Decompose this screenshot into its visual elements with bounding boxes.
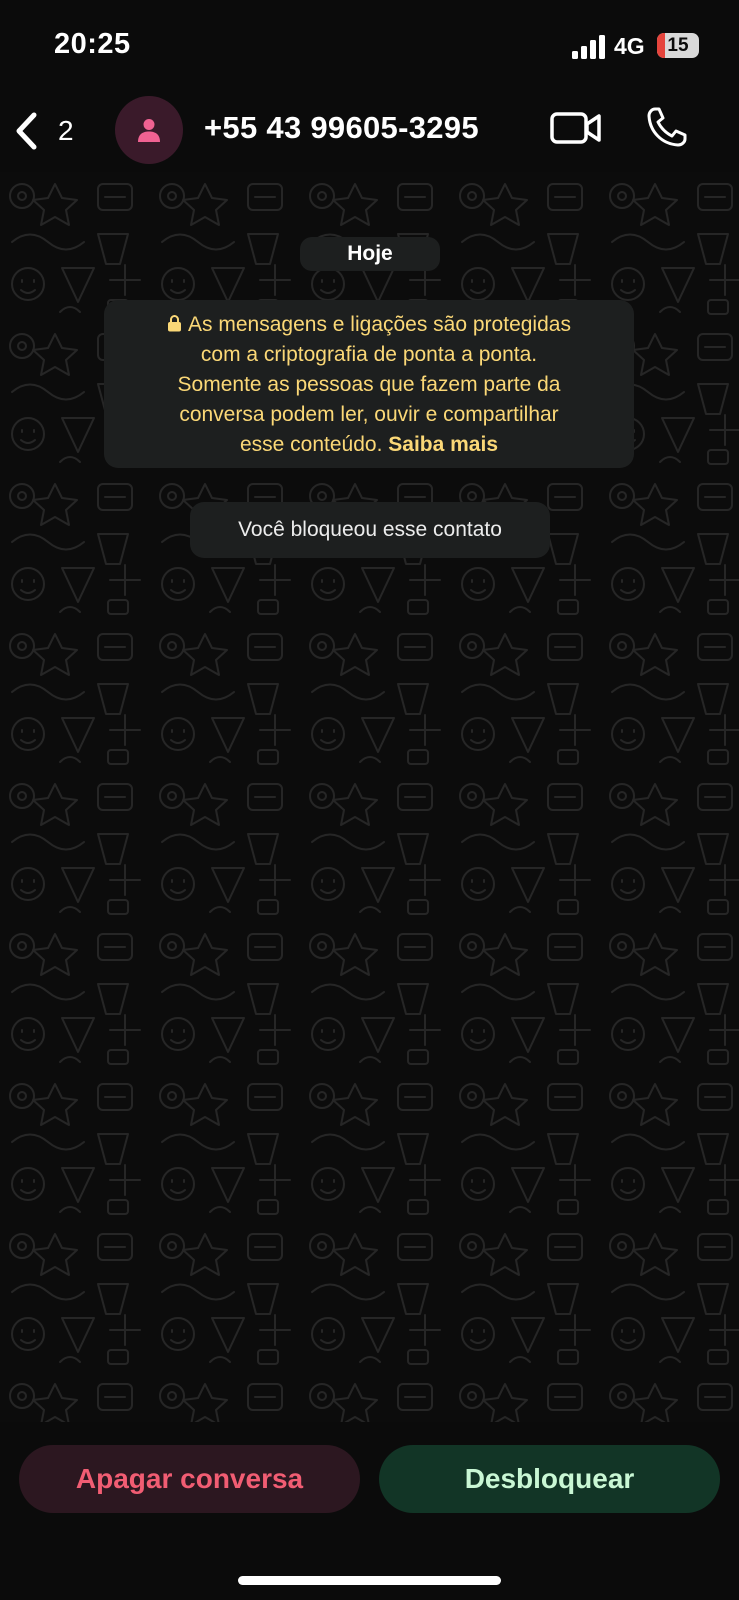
action-bar: Apagar conversa Desbloquear	[0, 1422, 739, 1600]
encryption-text-line5: esse conteúdo.	[239, 433, 389, 456]
unread-count: 2	[58, 115, 74, 146]
lock-icon	[168, 315, 182, 332]
encryption-text-line4: conversa podem ler, ouvir e compartilhar	[179, 403, 559, 426]
learn-more-link[interactable]: Saiba mais	[388, 433, 498, 456]
person-icon	[138, 119, 160, 142]
chat-header: 2 +55 43 99605-3295	[0, 92, 739, 172]
encryption-text-line1: As mensagens e ligações são protegidas	[188, 313, 571, 336]
chat-area[interactable]: Hoje As mensagens e ligações são protegi…	[0, 172, 739, 1422]
home-indicator[interactable]	[238, 1576, 501, 1585]
status-time: 20:25	[54, 28, 131, 60]
chevron-left-icon	[16, 112, 37, 150]
encryption-notice[interactable]: As mensagens e ligações são protegidas c…	[104, 300, 634, 468]
battery-level: 15	[667, 35, 689, 56]
avatar[interactable]	[115, 96, 183, 164]
phone-icon[interactable]	[646, 106, 688, 148]
video-camera-icon[interactable]	[550, 108, 602, 148]
unblock-button[interactable]: Desbloquear	[379, 1445, 720, 1513]
delete-chat-button[interactable]: Apagar conversa	[19, 1445, 360, 1513]
contact-name[interactable]: +55 43 99605-3295	[204, 110, 479, 146]
blocked-notice: Você bloqueou esse contato	[190, 502, 550, 558]
encryption-text-line2: com a criptografia de ponta a ponta.	[200, 343, 538, 366]
date-separator: Hoje	[300, 237, 440, 271]
network-type: 4G	[614, 33, 645, 59]
battery-indicator: 15	[657, 33, 699, 58]
signal-bars-icon	[572, 35, 605, 59]
encryption-text-line3: Somente as pessoas que fazem parte da	[177, 373, 561, 396]
back-button[interactable]: 2	[12, 106, 74, 156]
status-bar: 20:25 4G 15	[0, 0, 739, 92]
